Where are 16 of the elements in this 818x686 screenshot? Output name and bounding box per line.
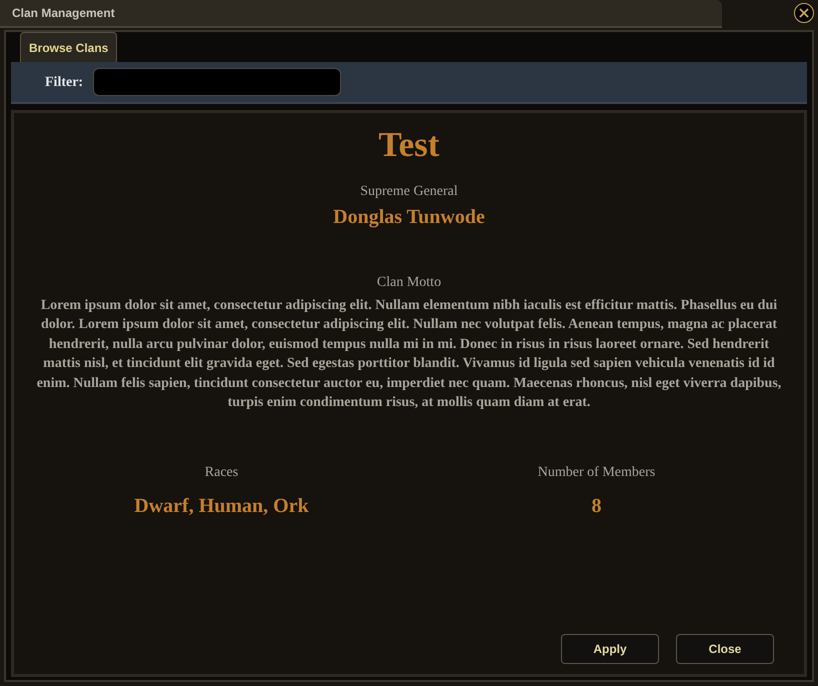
leader-name: Donglas Tunwode [333,205,485,230]
motto-text: Lorem ipsum dolor sit amet, consectetur adipiscing elit. Nullam elementum nibh iaculis est efficitur mattis. Phasellus eu dui dolor. Lorem ipsum dolor sit amet, consectetur adipiscing elit. Nullam nec volutpat felis. Aenean tempus, magna ac placerat hendrerit, nulla arcu pulvinar dolor, euismod tempus nulla mi in mi. Donec in risus in risus laoreet ornare. Sed hendrerit mattis nisl, et tincidunt elit gravida eget. Sed egestas porttitor blandit. Vivamus id ligula sed sapien vehicula venenatis id id enim. Nullam felis sapien, tincidunt consectetur auctor eu, imperdiet nec quam. Maecenas rhoncus, nisl eget viverra dapibus, turpis enim condimentum risus, at mollis quam diam at erat. [36,297,782,412]
stat-label: Number of Members [538,464,656,482]
motto-label: Clan Motto [376,274,442,292]
filter-label: Filter: [45,74,84,92]
stat-value: Dwarf, Human, Ork [134,494,309,520]
tab[interactable]: Browse Clans [20,32,118,62]
leader-title: Supreme General [360,183,458,201]
dialog-button[interactable]: Close [676,634,774,664]
window-title: Clan Management [12,5,115,22]
clan-name: Test [378,124,440,166]
stat-value: 8 [592,494,602,520]
filter-field[interactable] [93,68,342,96]
dialog-button[interactable]: Apply [561,634,659,664]
close-icon[interactable] [794,3,814,23]
stat-label: Races [204,464,238,482]
